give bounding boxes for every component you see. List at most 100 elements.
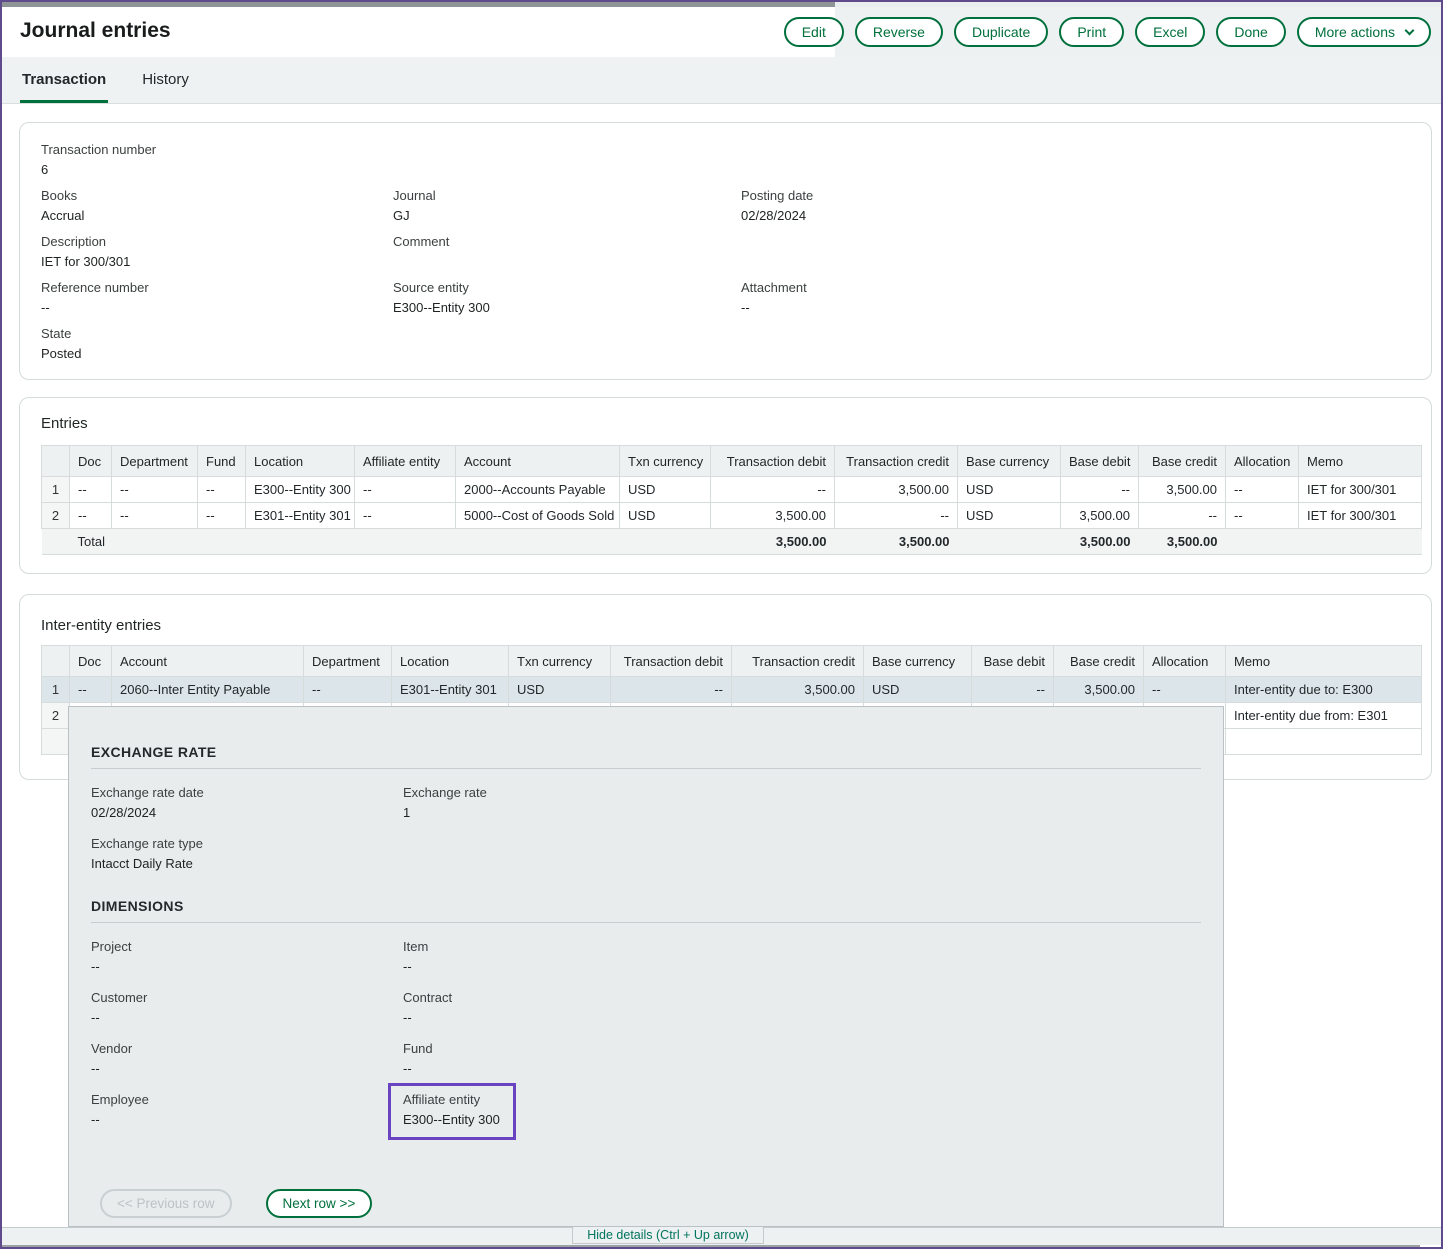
field-value: E300--Entity 300 [403,1112,500,1128]
column-header-doc: Doc [70,446,112,477]
tab-history[interactable]: History [140,57,191,103]
cell-memo: IET for 300/301 [1299,503,1422,529]
chevron-down-icon [1405,25,1415,35]
journal-entries-page: Journal entries Edit Reverse Duplicate Prin… [0,0,1443,1249]
cell-base-debit: -- [972,677,1054,703]
total-cell-account [456,529,620,555]
field-project: Project-- [91,939,403,975]
field-value: Posted [41,346,393,362]
cell-allocation: -- [1144,677,1226,703]
field-row: Vendor--Fund-- [91,1041,1201,1077]
tab-transaction[interactable]: Transaction [20,57,108,103]
field-label: Posting date [741,188,1419,204]
action-button-print[interactable]: Print [1059,17,1124,47]
header-row: DocDepartmentFundLocationAffiliate entit… [42,446,1422,477]
field-value: IET for 300/301 [41,254,393,270]
cell-txn-currency: USD [620,503,711,529]
field-journal: Journal GJ [393,188,741,224]
field-label: Attachment [741,280,1419,296]
transaction-details-card: Transaction number 6 BooksAccrualJournal GJ… [19,122,1432,380]
column-header-base-currency: Base currency [958,446,1061,477]
field-fund: Fund-- [403,1041,1201,1077]
field-label: Transaction number [41,142,393,158]
field-row: Customer--Contract-- [91,990,1201,1026]
column-header-base-credit: Base credit [1054,646,1144,677]
column-header-location: Location [246,446,355,477]
next-row-button[interactable]: Next row >> [266,1189,373,1218]
field-row: DescriptionIET for 300/301Comment [41,234,1419,270]
field-value: -- [403,959,1201,975]
column-header-base-credit: Base credit [1139,446,1226,477]
field-state: StatePosted [41,326,393,362]
toolbar: EditReverseDuplicatePrintExcelDoneMore a… [835,7,1441,57]
cell-affiliate-entity: -- [355,477,456,503]
cell-department: -- [112,503,198,529]
more-actions-button[interactable]: More actions [1297,17,1431,47]
total-cell-base-credit: 3,500.00 [1139,529,1226,555]
field-label: Exchange rate date [91,785,403,801]
cell-department: -- [304,677,392,703]
field-label: Employee [91,1092,403,1108]
page-title: Journal entries [20,19,171,43]
column-header-memo: Memo [1299,446,1422,477]
field-label: Exchange rate type [91,836,403,852]
column-header-transaction-debit: Transaction debit [611,646,732,677]
cell-account: 2060--Inter Entity Payable [112,677,304,703]
column-header-department: Department [112,446,198,477]
cell-transaction-credit: 3,500.00 [835,477,958,503]
column-header-account: Account [456,446,620,477]
cell-fund: -- [198,503,246,529]
field-value: 6 [41,162,393,178]
table-row[interactable]: 2------E301--Entity 301--5000--Cost of G… [42,503,1422,529]
total-cell-transaction-credit: 3,500.00 [835,529,958,555]
total-cell-memo [1299,529,1422,555]
action-button-duplicate[interactable]: Duplicate [954,17,1048,47]
field-row: Exchange rate typeIntacct Daily Rate [91,836,1201,872]
more-actions-label: More actions [1315,24,1395,40]
cell-base-currency: USD [864,677,972,703]
field-value: GJ [393,208,741,224]
exchange-rate-heading: EXCHANGE RATE [91,744,1201,769]
row-detail-panel: EXCHANGE RATE Exchange rate date 02/28/20… [68,706,1224,1227]
cell-allocation: -- [1226,477,1299,503]
total-cell-transaction-debit: 3,500.00 [711,529,835,555]
hide-details-tab[interactable]: Hide details (Ctrl + Up arrow) [572,1227,764,1244]
cell-account: 5000--Cost of Goods Sold [456,503,620,529]
action-button-excel[interactable]: Excel [1135,17,1205,47]
field-value: E300--Entity 300 [393,300,741,316]
field-value: 02/28/2024 [91,805,403,821]
field-label: Source entity [393,280,741,296]
column-header-base-debit: Base debit [972,646,1054,677]
field-value: 02/28/2024 [741,208,1419,224]
total-cell-department [112,529,198,555]
cell-transaction-debit: 3,500.00 [711,503,835,529]
field-books: BooksAccrual [41,188,393,224]
column-header-base-debit: Base debit [1061,446,1139,477]
column-header-transaction-credit: Transaction credit [835,446,958,477]
action-button-reverse[interactable]: Reverse [855,17,943,47]
page-header: Journal entries Edit Reverse Duplicate Prin… [2,7,1441,57]
action-button-edit[interactable]: Edit [784,17,844,47]
field-row: Transaction number 6 [41,142,1419,178]
action-button-done[interactable]: Done [1216,17,1285,47]
row-number-cell: 1 [42,677,70,703]
field-exchange-rate-date: Exchange rate date 02/28/2024 [91,785,403,821]
field-attachment: Attachment-- [741,280,1419,316]
previous-row-button[interactable]: << Previous row [100,1189,232,1218]
field-row: Employee--Affiliate entityE300--Entity 3… [91,1092,1201,1140]
cell-location: E300--Entity 300 [246,477,355,503]
field-value: -- [403,1010,1201,1026]
field-label: Journal [393,188,741,204]
total-cell-base-currency [958,529,1061,555]
cell-department: -- [112,477,198,503]
column-header-base-currency: Base currency [864,646,972,677]
dimensions-heading: DIMENSIONS [91,898,1201,923]
table-row[interactable]: 1------E300--Entity 300--2000--Accounts … [42,477,1422,503]
field-label: Project [91,939,403,955]
entries-grid: DocDepartmentFundLocationAffiliate entit… [41,445,1422,555]
column-header-allocation: Allocation [1226,446,1299,477]
cell-memo [1226,729,1422,755]
table-row[interactable]: 1--2060--Inter Entity Payable--E301--Ent… [42,677,1422,703]
cell-base-currency: USD [958,503,1061,529]
total-cell-doc: Total [70,529,112,555]
